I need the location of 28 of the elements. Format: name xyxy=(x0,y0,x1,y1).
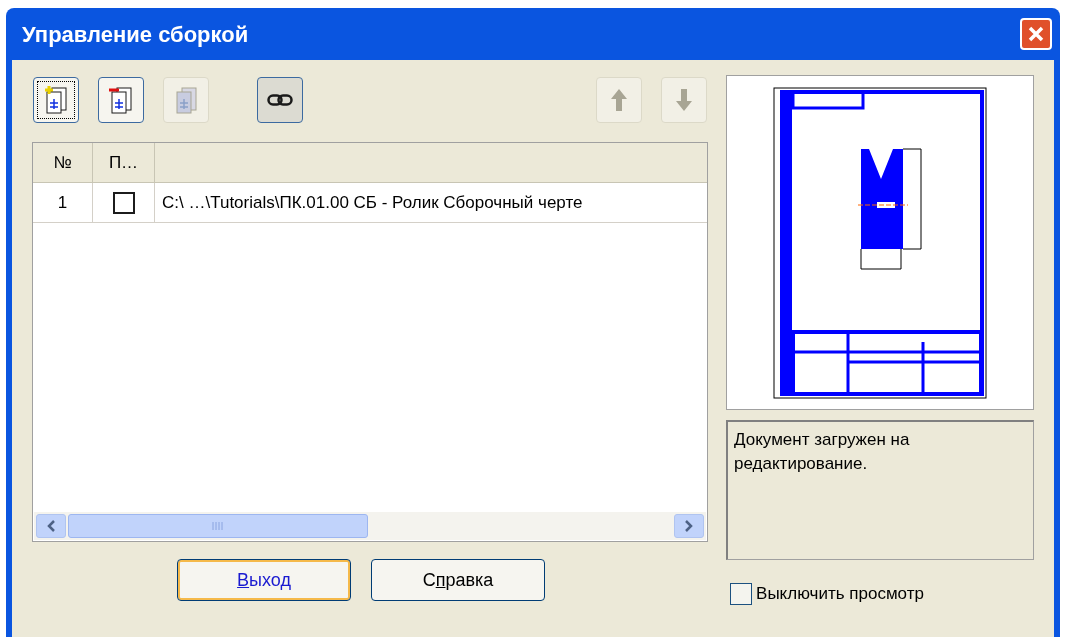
link-icon xyxy=(267,93,293,107)
scroll-right-button[interactable] xyxy=(674,514,705,538)
documents-icon xyxy=(173,85,199,115)
checkbox-label: Выключить просмотр xyxy=(756,583,924,605)
scroll-left-button[interactable] xyxy=(36,514,66,538)
description-text: Документ загружен на редактирование. xyxy=(726,420,1034,560)
dialog-button[interactable]: Выход xyxy=(177,559,351,601)
arrow-up-icon xyxy=(610,88,629,112)
grip-icon xyxy=(212,522,224,530)
window-title: Управление сборкой xyxy=(22,20,249,49)
close-icon xyxy=(1027,25,1045,43)
scroll-thumb[interactable] xyxy=(68,514,368,538)
close-button[interactable] xyxy=(1020,18,1052,50)
arrow-down-icon xyxy=(675,88,694,112)
chevron-right-icon xyxy=(684,520,695,532)
horizontal-scrollbar[interactable] xyxy=(34,512,707,540)
dialog-button[interactable]: Справка xyxy=(371,559,545,601)
documents-icon xyxy=(108,85,134,115)
column-header: № xyxy=(33,143,93,182)
checkbox[interactable] xyxy=(730,582,753,605)
table-cell-text: C:\ …\Tutorials\ПК.01.00 СБ - Ролик Сборочный черте xyxy=(161,191,584,214)
chevron-left-icon xyxy=(46,520,56,532)
table-cell: 1 xyxy=(33,183,93,222)
documents-icon xyxy=(43,85,69,115)
column-header: П… xyxy=(93,143,155,182)
checkbox[interactable] xyxy=(112,191,135,214)
toolbar-button[interactable] xyxy=(257,77,303,123)
toolbar-button[interactable] xyxy=(33,77,79,123)
